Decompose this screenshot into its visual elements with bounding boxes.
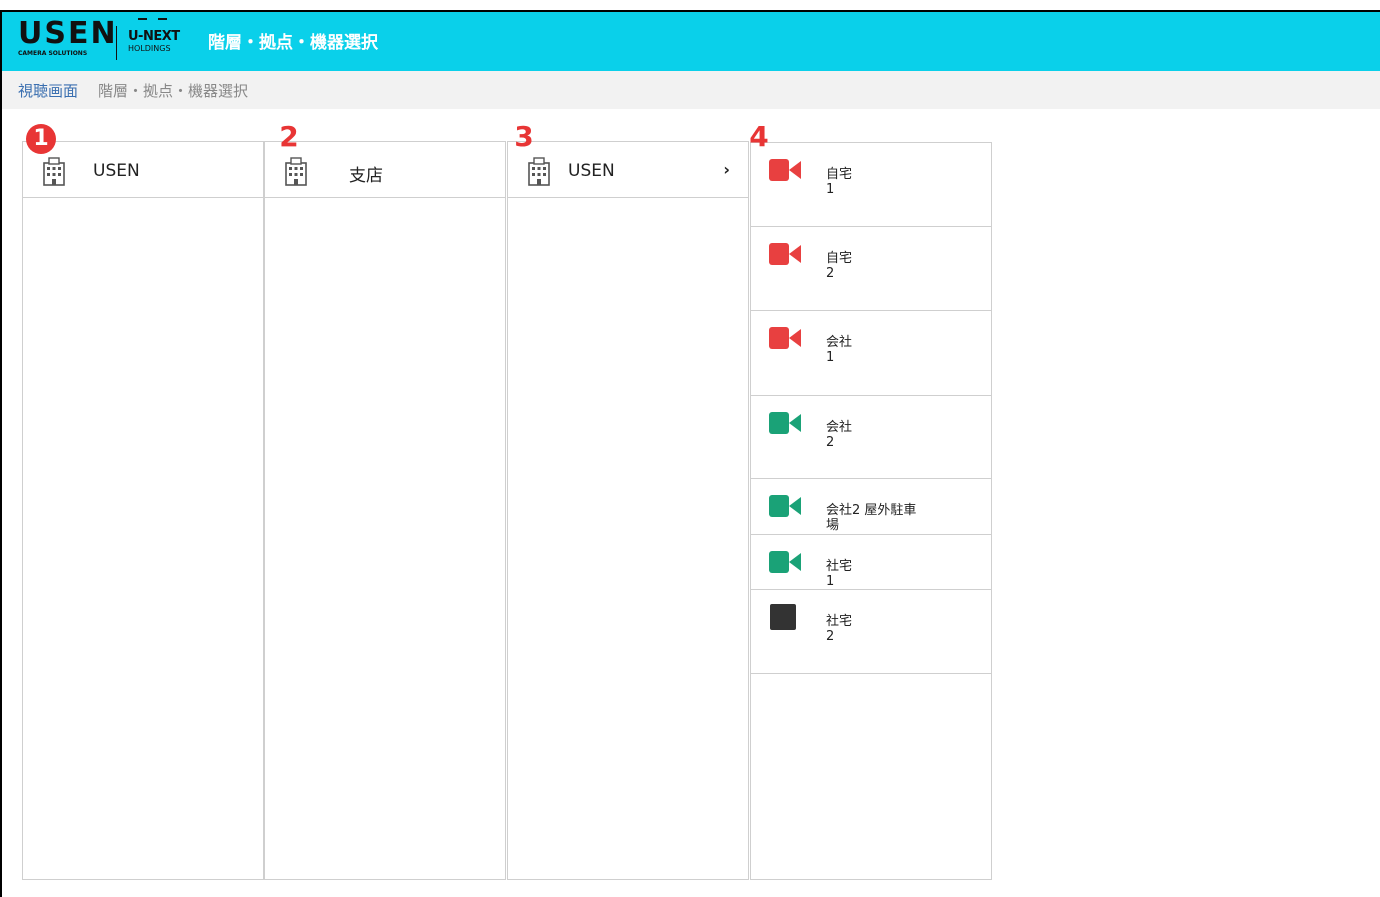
- camera-icon: [769, 551, 801, 573]
- usen-logo[interactable]: USEN CAMERA SOLUTIONS: [18, 18, 118, 58]
- device-name: 自宅: [826, 167, 853, 182]
- device-item[interactable]: 社宅 2: [751, 590, 991, 674]
- usen-logo-subtext: CAMERA SOLUTIONS: [18, 50, 88, 57]
- logo-dash: [158, 18, 167, 20]
- step-badge-3: 3: [514, 120, 534, 153]
- device-item[interactable]: 自宅 1: [751, 143, 991, 227]
- site-item[interactable]: USEN ›: [508, 142, 748, 198]
- chevron-right-icon: ›: [723, 160, 730, 179]
- building-icon: [528, 157, 550, 186]
- app-header: USEN CAMERA SOLUTIONS U-NEXT HOLDINGS 階層…: [2, 12, 1380, 71]
- device-number: 1: [826, 350, 835, 365]
- logo-dash: [138, 18, 147, 20]
- logo-divider: [116, 26, 117, 60]
- hierarchy-item[interactable]: 支店: [265, 142, 505, 198]
- device-item[interactable]: 会社 1: [751, 311, 991, 396]
- device-item[interactable]: 社宅 1: [751, 535, 991, 590]
- site-item-label: USEN: [568, 161, 615, 181]
- device-name: 会社2 屋外駐車: [826, 503, 917, 518]
- breadcrumb-current: 階層・拠点・機器選択: [98, 82, 249, 100]
- device-label: 自宅 1: [826, 167, 946, 197]
- camera-icon: [769, 327, 801, 349]
- site-column: USEN ›: [507, 141, 749, 880]
- device-name: 自宅: [826, 251, 853, 266]
- device-name: 社宅: [826, 614, 853, 629]
- building-icon: [285, 157, 307, 186]
- unext-logo: U-NEXT HOLDINGS: [128, 29, 180, 54]
- camera-icon: [769, 495, 801, 517]
- hierarchy-item[interactable]: USEN: [23, 142, 263, 198]
- device-number: 場: [826, 518, 840, 533]
- device-number: 1: [826, 574, 835, 589]
- device-label: 社宅 1: [826, 559, 946, 589]
- device-item[interactable]: 会社2 屋外駐車 場: [751, 479, 991, 535]
- step-badge-2: 2: [279, 120, 299, 153]
- device-number: 2: [826, 266, 835, 281]
- breadcrumb-link-viewer[interactable]: 視聴画面: [18, 80, 78, 101]
- device-number: 2: [826, 629, 835, 644]
- hierarchy-column-1: USEN: [22, 141, 264, 880]
- camera-icon: [769, 159, 801, 181]
- hierarchy-item-label: USEN: [93, 161, 140, 181]
- device-label: 社宅 2: [826, 614, 946, 644]
- device-number: 2: [826, 435, 835, 450]
- camera-icon: [769, 412, 801, 434]
- unext-logo-text: U-NEXT: [128, 29, 180, 44]
- step-badge-4: 4: [749, 120, 769, 153]
- device-name: 会社: [826, 420, 853, 435]
- hierarchy-column-2: 支店: [264, 141, 506, 880]
- device-list: 自宅 1 自宅 2 会社 1 会社 2 会社2 屋外駐車 場 社宅 1 社宅 2: [750, 142, 992, 880]
- step-badge-1: 1: [26, 124, 56, 154]
- device-item[interactable]: 会社 2: [751, 396, 991, 479]
- building-icon: [43, 157, 65, 186]
- device-label: 会社 2: [826, 420, 946, 450]
- device-label: 会社2 屋外駐車 場: [826, 503, 946, 533]
- usen-logo-text: USEN: [18, 16, 118, 51]
- hierarchy-item-label: 支店: [349, 166, 383, 186]
- window-left-border: [0, 12, 2, 897]
- page-title: 階層・拠点・機器選択: [208, 33, 378, 53]
- device-label: 自宅 2: [826, 251, 946, 281]
- device-number: 1: [826, 182, 835, 197]
- unext-logo-subtext: HOLDINGS: [128, 44, 171, 53]
- camera-icon: [769, 243, 801, 265]
- device-label: 会社 1: [826, 335, 946, 365]
- device-name: 社宅: [826, 559, 853, 574]
- device-name: 会社: [826, 335, 853, 350]
- square-icon: [770, 604, 796, 630]
- device-item[interactable]: 自宅 2: [751, 227, 991, 311]
- breadcrumb: 視聴画面 階層・拠点・機器選択: [2, 71, 1380, 109]
